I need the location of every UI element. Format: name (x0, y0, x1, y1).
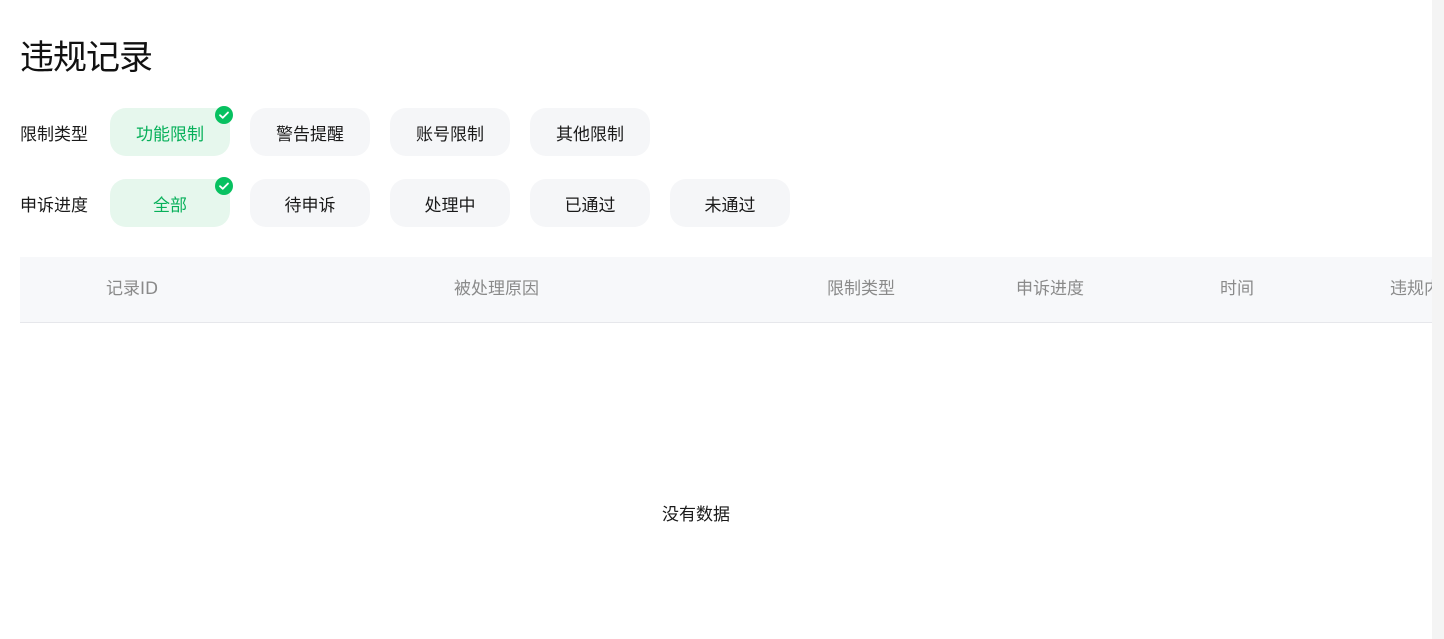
column-header-reason: 被处理原因 (454, 279, 539, 299)
chip-label: 未通过 (704, 195, 756, 216)
filter-label-appeal-progress: 申诉进度 (20, 195, 88, 216)
chip-label: 待申诉 (284, 195, 336, 216)
chip-approved[interactable]: 已通过 (530, 179, 650, 227)
violation-records-page: 违规记录 限制类型 功能限制 警告提醒 账号限制 其他限制 申诉进度 全部 待申… (0, 0, 1444, 639)
chip-all[interactable]: 全部 (110, 177, 233, 227)
filter-label-restriction-type: 限制类型 (20, 124, 88, 145)
chip-pending-appeal[interactable]: 待申诉 (250, 179, 370, 227)
chip-label: 警告提醒 (276, 124, 344, 145)
chip-label: 处理中 (424, 195, 476, 216)
check-circle-icon (215, 177, 233, 195)
column-header-restriction-type: 限制类型 (827, 279, 895, 299)
column-header-record-id: 记录ID (106, 279, 159, 299)
chip-other-restriction[interactable]: 其他限制 (530, 108, 650, 156)
chip-account-restriction[interactable]: 账号限制 (390, 108, 510, 156)
column-header-time: 时间 (1220, 279, 1254, 299)
empty-state-text: 没有数据 (662, 505, 730, 525)
filter-row-restriction-type: 限制类型 功能限制 警告提醒 账号限制 其他限制 (20, 106, 650, 156)
chip-label: 全部 (153, 195, 187, 216)
chip-function-restriction[interactable]: 功能限制 (110, 106, 233, 156)
column-header-appeal-progress: 申诉进度 (1016, 279, 1084, 299)
chip-label: 其他限制 (556, 124, 624, 145)
vertical-scrollbar[interactable] (1432, 0, 1444, 639)
page-title: 违规记录 (20, 38, 153, 78)
chip-label: 功能限制 (136, 124, 204, 145)
appeal-progress-chips: 全部 待申诉 处理中 已通过 未通过 (110, 177, 790, 227)
chip-warning-reminder[interactable]: 警告提醒 (250, 108, 370, 156)
filter-row-appeal-progress: 申诉进度 全部 待申诉 处理中 已通过 未通过 (20, 177, 790, 227)
chip-rejected[interactable]: 未通过 (670, 179, 790, 227)
table-header: 记录ID 被处理原因 限制类型 申诉进度 时间 违规内容 (20, 257, 1444, 323)
chip-processing[interactable]: 处理中 (390, 179, 510, 227)
check-circle-icon (215, 106, 233, 124)
chip-label: 账号限制 (416, 124, 484, 145)
chip-label: 已通过 (564, 195, 616, 216)
restriction-type-chips: 功能限制 警告提醒 账号限制 其他限制 (110, 106, 650, 156)
